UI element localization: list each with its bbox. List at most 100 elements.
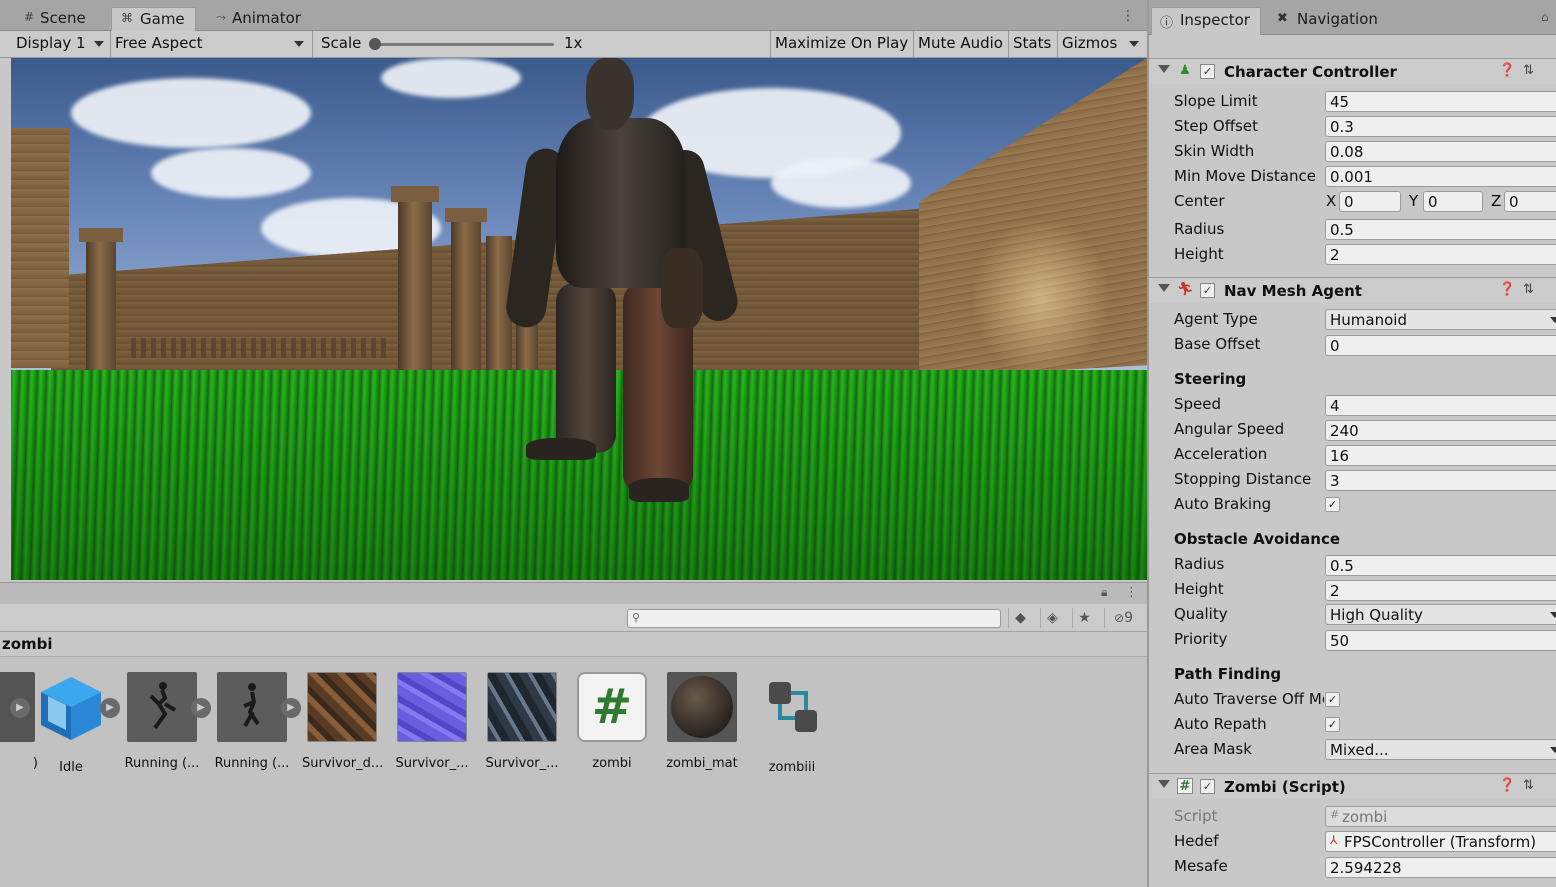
eye-slash-icon: ⊘ [1114, 611, 1125, 625]
section-heading: Path Finding [1174, 665, 1282, 683]
favorites-star-icon[interactable]: ★ [1072, 608, 1096, 628]
gamepad-icon: ⌘ [121, 11, 133, 25]
height-field[interactable]: 2 [1325, 244, 1556, 265]
asset-label: Survivor_d... [302, 756, 382, 771]
kebab-menu-icon[interactable]: ⋮ [1551, 778, 1556, 793]
auto-traverse-checkbox[interactable]: ✓ [1325, 692, 1340, 707]
asset-item[interactable]: Survivor_... [392, 672, 472, 771]
foldout-arrow-icon[interactable] [1158, 65, 1170, 79]
skin-width-field[interactable]: 0.08 [1325, 141, 1556, 162]
expand-arrow-icon[interactable]: ▶ [100, 698, 120, 718]
center-x-field[interactable]: 0 [1339, 191, 1401, 212]
center-z-field[interactable]: 0 [1504, 191, 1556, 212]
min-move-distance-field[interactable]: 0.001 [1325, 166, 1556, 187]
hidden-packages-toggle[interactable]: ⊘9 [1104, 608, 1142, 628]
foldout-arrow-icon[interactable] [1158, 780, 1170, 794]
prop-label: Step Offset [1174, 117, 1258, 135]
agent-type-dropdown[interactable]: Humanoid [1325, 309, 1556, 330]
expand-arrow-icon[interactable]: ▶ [10, 698, 30, 718]
asset-item[interactable]: zombi_mat [662, 672, 742, 771]
tab-game[interactable]: ⌘ Game [111, 7, 196, 31]
nav-mesh-agent-header[interactable]: 🏃︎ ✓ Nav Mesh Agent ❓ ⇅ ⋮ [1149, 277, 1556, 303]
avoidance-radius-field[interactable]: 0.5 [1325, 555, 1556, 576]
display-label: Display 1 [16, 34, 86, 52]
auto-repath-checkbox[interactable]: ✓ [1325, 717, 1340, 732]
scale-slider-track[interactable] [374, 43, 554, 46]
scale-slider-thumb[interactable] [369, 38, 381, 50]
foldout-arrow-icon[interactable] [1158, 284, 1170, 298]
mesafe-field[interactable]: 2.594228 [1325, 857, 1556, 878]
maximize-on-play-toggle[interactable]: Maximize On Play [770, 31, 912, 57]
presets-icon[interactable]: ⇅ [1523, 778, 1534, 793]
gizmos-dropdown[interactable]: Gizmos [1057, 31, 1145, 57]
quality-dropdown[interactable]: High Quality [1325, 604, 1556, 625]
stats-toggle[interactable]: Stats [1008, 31, 1056, 57]
lock-icon[interactable]: ⌂ [1541, 10, 1549, 24]
asset-item[interactable]: Idle [31, 672, 111, 775]
filter-by-type-icon[interactable]: ◆ [1008, 608, 1032, 628]
expand-arrow-icon[interactable]: ▶ [281, 698, 301, 718]
asset-item[interactable]: # zombi [572, 672, 652, 771]
radius-field[interactable]: 0.5 [1325, 219, 1556, 240]
asset-item[interactable]: Survivor_d... [302, 672, 382, 771]
angular-speed-field[interactable]: 240 [1325, 420, 1556, 441]
help-icon[interactable]: ❓ [1499, 282, 1515, 297]
asset-label: Running (... [214, 756, 290, 771]
asset-label: zombi [592, 756, 632, 771]
breadcrumb: zombi [0, 632, 1147, 657]
enable-checkbox[interactable]: ✓ [1200, 779, 1215, 794]
cloud [771, 158, 911, 208]
pillar [398, 198, 432, 373]
area-mask-dropdown[interactable]: Mixed... [1325, 739, 1556, 760]
tab-scene[interactable]: # Scene [16, 7, 96, 31]
breadcrumb-folder[interactable]: zombi [2, 635, 53, 653]
stopping-distance-field[interactable]: 3 [1325, 470, 1556, 491]
character-controller-header[interactable]: ♟ ✓ Character Controller ❓ ⇅ ⋮ [1149, 58, 1556, 84]
filter-by-label-icon[interactable]: ◈ [1040, 608, 1064, 628]
help-icon[interactable]: ❓ [1499, 778, 1515, 793]
enable-checkbox[interactable]: ✓ [1200, 64, 1215, 79]
tab-navigation[interactable]: ✖ Navigation [1269, 7, 1388, 35]
component-title: Character Controller [1224, 63, 1397, 81]
aspect-dropdown[interactable]: Free Aspect [110, 31, 310, 57]
zombi-script-header[interactable]: # ✓ Zombi (Script) ❓ ⇅ ⋮ [1149, 773, 1556, 799]
asset-item[interactable]: zombiii [752, 672, 832, 775]
priority-field[interactable]: 50 [1325, 630, 1556, 651]
expand-arrow-icon[interactable]: ▶ [191, 698, 211, 718]
asset-item[interactable]: Survivor_... [482, 672, 562, 771]
hedef-object-field[interactable]: ⅄ FPSController (Transform) [1325, 831, 1556, 852]
presets-icon[interactable]: ⇅ [1523, 282, 1534, 297]
center-y-field[interactable]: 0 [1423, 191, 1483, 212]
auto-braking-checkbox[interactable]: ✓ [1325, 497, 1340, 512]
asset-item[interactable]: Running (... [212, 672, 292, 771]
step-offset-field[interactable]: 0.3 [1325, 116, 1556, 137]
mute-audio-toggle[interactable]: Mute Audio [913, 31, 1007, 57]
avoidance-height-field[interactable]: 2 [1325, 580, 1556, 601]
prop-label: Base Offset [1174, 335, 1261, 353]
kebab-menu-icon[interactable]: ⋮ [1121, 8, 1135, 24]
display-dropdown[interactable]: Display 1 [12, 31, 110, 57]
slope-limit-field[interactable]: 45 [1325, 91, 1556, 112]
tab-animator[interactable]: ⤳ Animator [208, 7, 311, 31]
base-offset-field[interactable]: 0 [1325, 335, 1556, 356]
tab-label: Navigation [1297, 10, 1378, 28]
kebab-menu-icon[interactable]: ⋮ [1551, 282, 1556, 297]
acceleration-field[interactable]: 16 [1325, 445, 1556, 466]
normal-map-icon [397, 672, 467, 742]
pillar-cap [79, 228, 123, 242]
kebab-menu-icon[interactable]: ⋮ [1551, 63, 1556, 78]
tab-inspector[interactable]: ⓘ Inspector [1151, 7, 1261, 35]
asset-item[interactable]: Running (... [122, 672, 202, 771]
lock-icon[interactable]: 🔒︎ [1101, 585, 1107, 600]
speed-field[interactable]: 4 [1325, 395, 1556, 416]
kebab-menu-icon[interactable]: ⋮ [1125, 585, 1138, 600]
help-icon[interactable]: ❓ [1499, 63, 1515, 78]
enable-checkbox[interactable]: ✓ [1200, 283, 1215, 298]
csharp-script-icon: # [1177, 778, 1193, 794]
prop-label: Agent Type [1174, 310, 1258, 328]
presets-icon[interactable]: ⇅ [1523, 63, 1534, 78]
zombie-bag [661, 248, 703, 328]
project-search-input[interactable]: ⚲ [627, 609, 1001, 628]
aspect-label: Free Aspect [115, 34, 203, 52]
game-viewport[interactable] [11, 58, 1147, 580]
